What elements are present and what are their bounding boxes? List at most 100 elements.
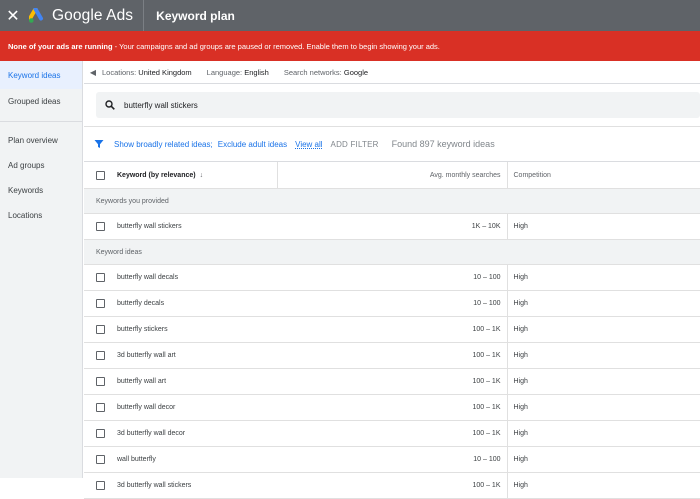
group-header-provided: Keywords you provided	[84, 188, 700, 214]
row-checkbox-cell	[84, 342, 117, 369]
row-checkbox[interactable]	[96, 325, 105, 334]
row-checkbox[interactable]	[96, 299, 105, 308]
table-row: butterfly stickers 100 – 1K High	[84, 316, 700, 343]
keyword-cell: butterfly wall decals	[117, 264, 277, 291]
sidebar-item-label: Keywords	[8, 186, 44, 195]
row-checkbox[interactable]	[96, 273, 105, 282]
close-icon[interactable]: ✕	[1, 0, 25, 31]
row-checkbox[interactable]	[96, 403, 105, 412]
group-header-ideas: Keyword ideas	[84, 239, 700, 265]
row-checkbox-cell	[84, 472, 117, 499]
avg-searches-cell: 10 – 100	[277, 446, 508, 473]
search-value: butterfly wall stickers	[124, 100, 198, 110]
row-checkbox[interactable]	[96, 351, 105, 360]
filter-icon[interactable]	[84, 139, 114, 149]
keyword-column-header[interactable]: Keyword (by relevance) ↓	[117, 162, 278, 189]
locations-selector[interactable]: Locations: United Kingdom	[102, 68, 192, 77]
sidebar-item-grouped-ideas[interactable]: Grouped ideas	[0, 89, 82, 114]
row-checkbox[interactable]	[96, 377, 105, 386]
exclude-adult-ideas-link[interactable]: Exclude adult ideas	[218, 140, 287, 149]
search-area: butterfly wall stickers	[84, 84, 700, 127]
show-broad-ideas-link[interactable]: Show broadly related ideas;	[114, 140, 213, 149]
sidebar-item-locations[interactable]: Locations	[0, 203, 82, 228]
row-checkbox-cell	[84, 446, 117, 473]
competition-cell: High	[507, 342, 700, 369]
keyword-cell: 3d butterfly wall stickers	[117, 472, 277, 499]
avg-searches-cell: 10 – 100	[277, 290, 508, 317]
group-header-row: Keyword ideas	[84, 239, 700, 265]
competition-cell: High	[507, 264, 700, 291]
table-row: butterfly wall decor 100 – 1K High	[84, 394, 700, 421]
table-row: butterfly decals 10 – 100 High	[84, 290, 700, 317]
table-row: wall butterfly 10 – 100 High	[84, 446, 700, 473]
language-value: English	[244, 67, 269, 77]
competition-column-header[interactable]: Competition	[507, 162, 700, 189]
filter-bar: Show broadly related ideas; Exclude adul…	[84, 127, 700, 162]
view-all-link[interactable]: View all	[295, 140, 322, 149]
search-networks-selector[interactable]: Search networks: Google	[284, 68, 368, 77]
keyword-cell: wall butterfly	[117, 446, 277, 473]
table-row: butterfly wall stickers 1K – 10K High	[84, 213, 700, 240]
keyword-search-input[interactable]: butterfly wall stickers	[96, 92, 700, 118]
row-checkbox-cell	[84, 420, 117, 447]
competition-cell: High	[507, 472, 700, 499]
row-checkbox-cell	[84, 394, 117, 421]
avg-searches-cell: 100 – 1K	[277, 368, 508, 395]
row-checkbox[interactable]	[96, 481, 105, 490]
row-checkbox[interactable]	[96, 429, 105, 438]
row-checkbox[interactable]	[96, 455, 105, 464]
sidebar-divider	[0, 121, 82, 122]
locations-label: Locations:	[102, 67, 137, 77]
networks-label: Search networks:	[283, 67, 342, 77]
competition-cell: High	[507, 290, 700, 317]
sidebar-item-label: Grouped ideas	[8, 97, 61, 106]
avg-searches-cell: 100 – 1K	[277, 316, 508, 343]
sidebar-item-label: Keyword ideas	[8, 70, 61, 80]
avg-searches-cell: 10 – 100	[277, 264, 508, 291]
main-content: ◀ Locations: United Kingdom Language: En…	[84, 61, 700, 499]
table-header-row: Keyword (by relevance) ↓ Avg. monthly sea…	[84, 162, 700, 189]
competition-cell: High	[507, 316, 700, 343]
keyword-cell: butterfly stickers	[117, 316, 277, 343]
competition-cell: High	[507, 420, 700, 447]
sidebar-item-keyword-ideas[interactable]: Keyword ideas	[0, 61, 82, 89]
keyword-header-label: Keyword (by relevance)	[117, 171, 196, 179]
keyword-cell: 3d butterfly wall art	[117, 342, 277, 369]
search-icon	[96, 100, 124, 110]
keyword-cell: butterfly wall decor	[117, 394, 277, 421]
row-checkbox-cell	[84, 316, 117, 343]
sidebar: Keyword ideas Grouped ideas Plan overvie…	[0, 61, 83, 478]
brand-name: Google Ads	[52, 6, 134, 24]
row-checkbox-cell	[84, 290, 117, 317]
row-checkbox-cell	[84, 368, 117, 395]
language-selector[interactable]: Language: English	[207, 68, 269, 77]
sidebar-item-label: Ad groups	[8, 161, 45, 170]
sidebar-item-ad-groups[interactable]: Ad groups	[0, 153, 82, 178]
collapse-left-icon[interactable]: ◀	[84, 68, 102, 77]
page-title: Keyword plan	[156, 8, 235, 23]
table-row: butterfly wall decals 10 – 100 High	[84, 264, 700, 291]
top-app-bar: ✕ Google Ads Keyword plan	[0, 0, 700, 31]
keyword-cell: butterfly decals	[117, 290, 277, 317]
sidebar-item-plan-overview[interactable]: Plan overview	[0, 128, 82, 153]
competition-cell: High	[507, 394, 700, 421]
select-all-checkbox[interactable]	[96, 170, 105, 180]
keyword-cell: butterfly wall art	[117, 368, 277, 395]
competition-cell: High	[507, 446, 700, 473]
table-row: 3d butterfly wall decor 100 – 1K High	[84, 420, 700, 447]
add-filter-button[interactable]: ADD FILTER	[331, 140, 379, 149]
sidebar-item-label: Plan overview	[8, 136, 58, 145]
avg-searches-column-header[interactable]: Avg. monthly searches	[277, 162, 508, 189]
select-all-cell	[84, 162, 117, 189]
avg-searches-cell: 100 – 1K	[277, 394, 508, 421]
row-checkbox[interactable]	[96, 222, 105, 231]
alert-bold-text: None of your ads are running	[8, 41, 113, 51]
keyword-cell: butterfly wall stickers	[117, 213, 277, 240]
group-header-row: Keywords you provided	[84, 188, 700, 214]
table-row: 3d butterfly wall stickers 100 – 1K High	[84, 472, 700, 499]
language-label: Language:	[206, 67, 243, 77]
sidebar-item-keywords[interactable]: Keywords	[0, 178, 82, 203]
row-checkbox-cell	[84, 213, 117, 240]
found-count: Found 897 keyword ideas	[391, 139, 495, 149]
locations-value: United Kingdom	[138, 67, 192, 77]
